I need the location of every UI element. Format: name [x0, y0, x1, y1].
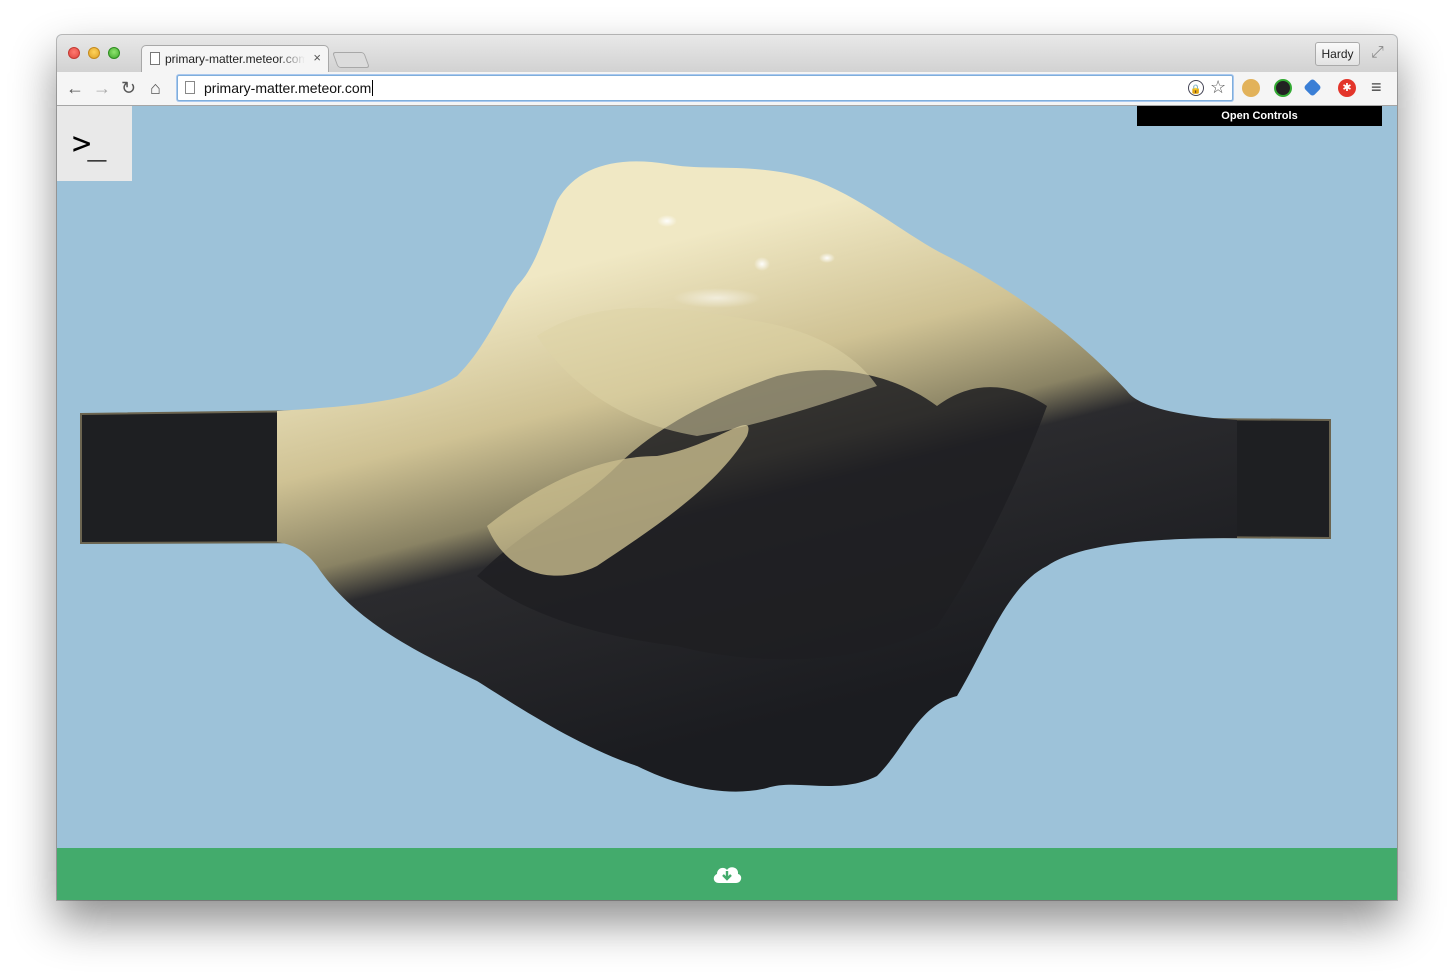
asterisk-extension-icon[interactable]: ✱ — [1338, 79, 1356, 97]
tab-title: primary-matter.meteor.com — [165, 52, 305, 66]
cookie-extension-icon[interactable] — [1242, 79, 1260, 97]
address-bar[interactable]: primary-matter.meteor.com 🔒 ☆ — [177, 75, 1233, 101]
profile-button[interactable]: Hardy — [1315, 42, 1360, 66]
browser-tab[interactable]: primary-matter.meteor.com × — [141, 45, 329, 72]
reload-icon[interactable]: ↻ — [121, 76, 136, 100]
page-icon — [185, 81, 195, 94]
forward-icon[interactable]: → — [93, 76, 111, 100]
cloud-download-icon[interactable] — [711, 863, 743, 885]
minimize-window-button[interactable] — [88, 47, 100, 59]
menu-icon[interactable]: ≡ — [1371, 77, 1382, 98]
open-controls-button[interactable]: Open Controls — [1137, 106, 1382, 126]
new-tab-button[interactable] — [332, 52, 370, 68]
diamond-extension-icon[interactable] — [1303, 78, 1322, 97]
tab-close-icon[interactable]: × — [313, 50, 321, 65]
browser-toolbar: ← → ↻ ⌂ primary-matter.meteor.com 🔒 ☆ ✱ … — [57, 72, 1397, 106]
3d-blob-canvas[interactable] — [57, 106, 1397, 848]
url-text: primary-matter.meteor.com — [204, 80, 372, 96]
specular-highlight — [754, 257, 770, 271]
zoom-window-button[interactable] — [108, 47, 120, 59]
browser-window: primary-matter.meteor.com × Hardy ⤢ ← → … — [57, 35, 1397, 900]
bookmark-star-icon[interactable]: ☆ — [1210, 78, 1226, 96]
close-window-button[interactable] — [68, 47, 80, 59]
fullscreen-icon[interactable]: ⤢ — [1371, 44, 1384, 62]
page-content: >_ Open Controls — [57, 106, 1397, 848]
back-icon[interactable]: ← — [66, 76, 84, 100]
tab-strip: primary-matter.meteor.com × Hardy ⤢ — [57, 35, 1397, 72]
home-icon[interactable]: ⌂ — [150, 76, 161, 100]
password-lock-icon[interactable]: 🔒 — [1188, 80, 1204, 96]
terminal-icon: >_ — [72, 124, 106, 162]
console-button[interactable]: >_ — [57, 106, 132, 181]
page-icon — [150, 52, 160, 65]
bottom-action-bar — [57, 848, 1397, 900]
lock-extension-icon[interactable] — [1274, 79, 1292, 97]
specular-highlight — [819, 253, 835, 263]
specular-highlight — [673, 288, 761, 308]
specular-highlight — [657, 215, 677, 227]
